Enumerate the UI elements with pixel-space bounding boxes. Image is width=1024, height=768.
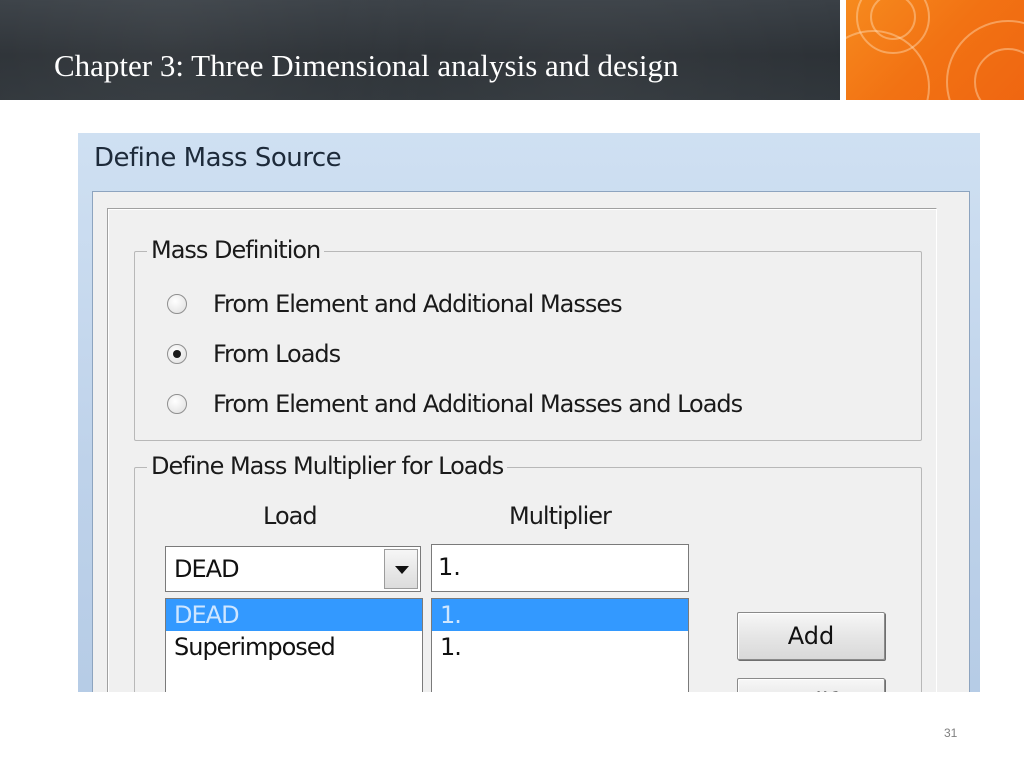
radio-button[interactable] [167, 294, 187, 314]
load-column-header: Load [263, 502, 318, 530]
list-item[interactable]: DEAD [166, 599, 422, 631]
load-list[interactable]: DEAD Superimposed [165, 598, 423, 692]
page-number: 31 [944, 726, 958, 740]
slide-title: Chapter 3: Three Dimensional analysis an… [54, 48, 679, 83]
list-item[interactable]: 1. [432, 599, 688, 631]
multiplier-column-header: Multiplier [509, 502, 612, 530]
load-select[interactable]: DEAD [165, 546, 421, 592]
list-item[interactable]: 1. [432, 631, 688, 663]
load-select-value: DEAD [174, 555, 240, 583]
mass-multiplier-legend: Define Mass Multiplier for Loads [147, 452, 508, 480]
accent-decoration [846, 0, 1024, 100]
mass-multiplier-group: Define Mass Multiplier for Loads Load Mu… [134, 452, 922, 692]
add-button[interactable]: Add [737, 612, 885, 660]
dialog-screenshot: Define Mass Source Mass Definition From … [78, 133, 980, 692]
radio-button-selected[interactable] [167, 344, 187, 364]
mass-definition-group: Mass Definition From Element and Additio… [134, 236, 922, 441]
radio-option-from-loads[interactable]: From Loads [167, 338, 341, 370]
multiplier-input[interactable]: 1. [431, 544, 689, 592]
radio-label: From Element and Additional Masses [213, 290, 623, 318]
radio-button[interactable] [167, 394, 187, 414]
radio-option-element-masses-and-loads[interactable]: From Element and Additional Masses and L… [167, 388, 743, 420]
radio-label: From Loads [213, 340, 341, 368]
chevron-down-icon[interactable] [384, 549, 418, 589]
radio-label: From Element and Additional Masses and L… [213, 390, 743, 418]
multiplier-input-value: 1. [438, 553, 461, 581]
dialog-body: Mass Definition From Element and Additio… [92, 191, 970, 692]
dialog-inner-panel: Mass Definition From Element and Additio… [107, 208, 937, 692]
mass-definition-legend: Mass Definition [147, 236, 325, 264]
modify-button[interactable]: Modify [737, 678, 885, 692]
dialog-title: Define Mass Source [94, 143, 342, 173]
list-item[interactable]: Superimposed [166, 631, 422, 663]
multiplier-list[interactable]: 1. 1. [431, 598, 689, 692]
radio-option-element-masses[interactable]: From Element and Additional Masses [167, 288, 623, 320]
